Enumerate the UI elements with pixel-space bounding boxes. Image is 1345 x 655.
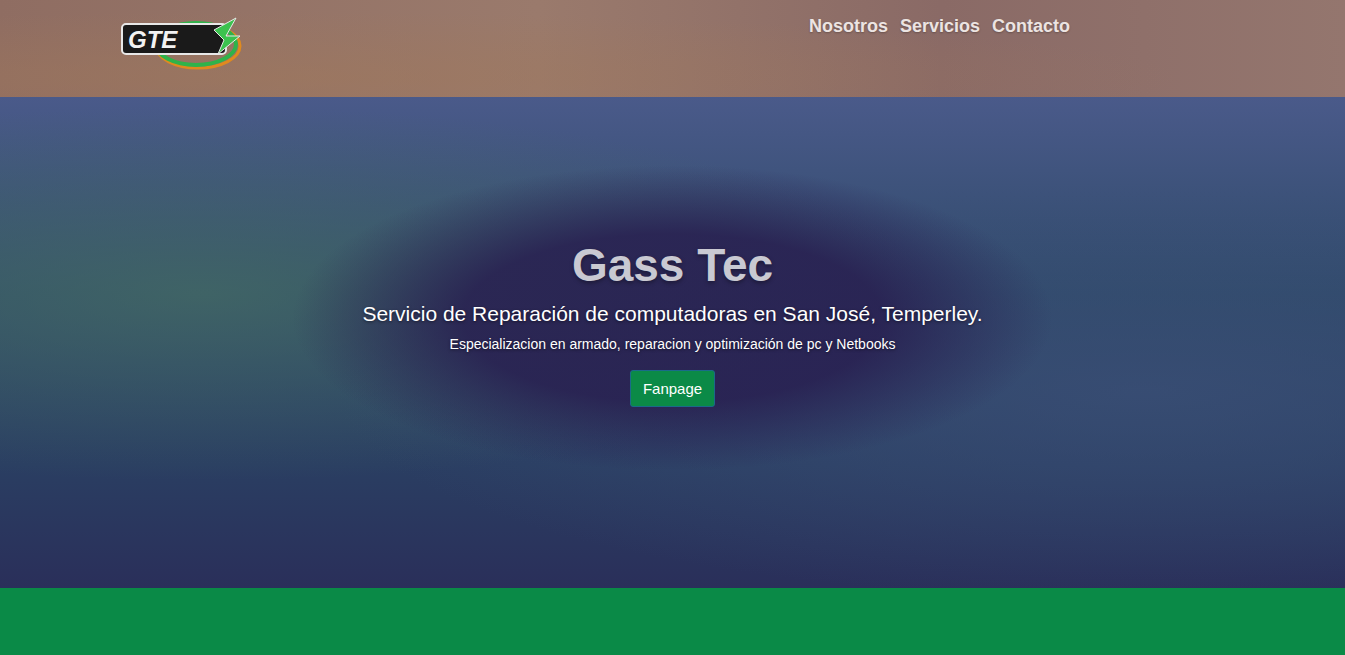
nav-link[interactable]: Nosotros	[809, 16, 888, 37]
site-header: GTE Nosotros Servicios Contacto	[0, 0, 1345, 97]
nav-link[interactable]: Servicios	[900, 16, 980, 37]
logo-icon: GTE	[118, 10, 242, 72]
hero-description: Especializacion en armado, reparacion y …	[450, 336, 896, 352]
logo[interactable]: GTE	[118, 10, 242, 72]
fanpage-button[interactable]: Fanpage	[630, 370, 715, 407]
hero-content: Gass Tec Servicio de Reparación de comput…	[362, 238, 982, 407]
svg-text:GTE: GTE	[128, 26, 178, 53]
green-band	[0, 588, 1345, 655]
hero-subtitle: Servicio de Reparación de computadoras e…	[362, 302, 982, 326]
hero-title: Gass Tec	[572, 238, 773, 292]
hero-section: Gass Tec Servicio de Reparación de comput…	[0, 97, 1345, 588]
nav-link[interactable]: Contacto	[992, 16, 1070, 37]
main-nav: Nosotros Servicios Contacto	[809, 10, 1070, 37]
landing-page: GTE Nosotros Servicios Contacto Gass Tec Serv…	[0, 0, 1345, 655]
